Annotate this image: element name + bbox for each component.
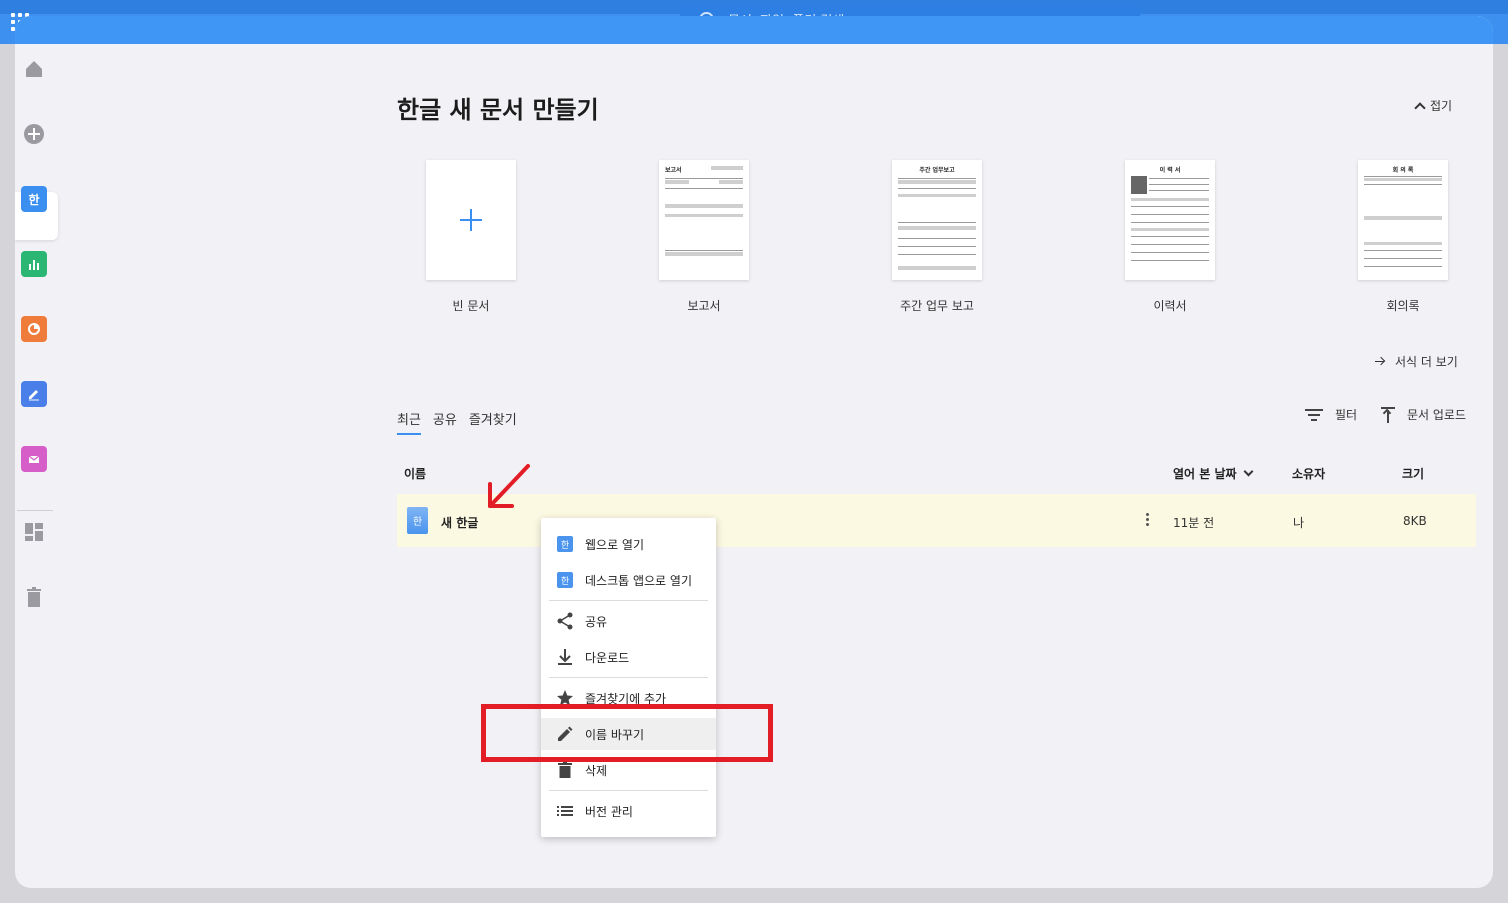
template-blank[interactable]: 빈 문서	[426, 160, 518, 313]
template-thumbnail: 보고서	[659, 160, 749, 280]
template-thumbnail: 이 력 서	[1125, 160, 1215, 280]
hangul-app-tile: 한	[21, 186, 47, 212]
template-label: 회의록	[1386, 299, 1420, 313]
more-vert-icon[interactable]	[1146, 513, 1150, 527]
slide-app-icon[interactable]	[21, 316, 47, 342]
menu-item-version-history[interactable]: 버전 관리	[541, 795, 716, 827]
template-weekly-report[interactable]: 주간 업무보고 주간 업무 보고	[892, 160, 984, 313]
edit-app-icon[interactable]	[21, 381, 47, 407]
hangul-file-icon: 한	[407, 507, 428, 534]
annotation-highlight-box	[481, 704, 773, 762]
tab-recent[interactable]: 최근	[397, 409, 421, 435]
annotation-arrow-icon	[488, 464, 530, 508]
file-size: 8KB	[1403, 514, 1427, 528]
column-header-name[interactable]: 이름	[404, 465, 426, 482]
template-minutes[interactable]: 회 의 록 회의록	[1358, 160, 1450, 313]
context-menu: 한 웹으로 열기 한 데스크톱 앱으로 열기 공유 다운로드 즐겨찾기에 추가 …	[541, 518, 716, 837]
sidebar-divider	[17, 510, 53, 511]
plus-icon	[460, 209, 482, 231]
template-doc-header: 회 의 록	[1392, 167, 1414, 174]
filter-label: 필터	[1335, 408, 1358, 422]
template-thumbnail	[426, 160, 516, 280]
more-templates-link[interactable]: 서식 더 보기	[1375, 353, 1458, 370]
collapse-label: 접기	[1430, 99, 1453, 113]
template-thumbnail: 주간 업무보고	[892, 160, 982, 280]
add-icon[interactable]	[21, 121, 47, 147]
menu-divider	[549, 677, 708, 678]
template-resume[interactable]: 이 력 서 이력서	[1125, 160, 1217, 313]
file-owner: 나	[1293, 516, 1305, 530]
column-header-opened-label: 열어 본 날짜	[1173, 467, 1237, 481]
page-title: 한글 새 문서 만들기	[397, 96, 599, 124]
more-templates-label: 서식 더 보기	[1395, 355, 1458, 369]
menu-item-open-desktop[interactable]: 한 데스크톱 앱으로 열기	[541, 564, 716, 596]
tab-favorites[interactable]: 즐겨찾기	[469, 409, 517, 435]
file-opened: 11분 전	[1173, 516, 1215, 530]
arrow-right-icon	[1375, 357, 1385, 367]
template-label: 주간 업무 보고	[900, 299, 974, 313]
menu-divider	[549, 600, 708, 601]
menu-item-open-web[interactable]: 한 웹으로 열기	[541, 528, 716, 560]
menu-item-label: 버전 관리	[585, 804, 633, 819]
file-tabs: 최근 공유 즐겨찾기	[397, 409, 517, 435]
sheet-app-icon[interactable]	[21, 251, 47, 277]
menu-item-share[interactable]: 공유	[541, 605, 716, 637]
column-header-opened[interactable]: 열어 본 날짜	[1173, 465, 1254, 482]
filter-icon	[1305, 408, 1323, 421]
menu-divider	[549, 790, 708, 791]
download-icon	[556, 648, 574, 666]
list-icon	[556, 802, 574, 820]
column-header-size[interactable]: 크기	[1402, 465, 1424, 482]
trash-icon	[556, 761, 574, 779]
hangul-tile-icon: 한	[556, 571, 574, 589]
share-icon	[556, 612, 574, 630]
upload-button[interactable]: 문서 업로드	[1381, 406, 1466, 423]
upload-label: 문서 업로드	[1407, 408, 1467, 422]
template-doc-header: 보고서	[665, 167, 682, 174]
mail-app-icon[interactable]	[21, 446, 47, 472]
menu-item-label: 데스크톱 앱으로 열기	[585, 573, 692, 588]
chevron-down-icon	[1243, 466, 1254, 477]
home-icon[interactable]	[21, 56, 47, 82]
collapse-button[interactable]: 접기	[1414, 97, 1453, 114]
template-label: 이력서	[1153, 299, 1187, 313]
tab-shared[interactable]: 공유	[433, 409, 457, 435]
trash-icon[interactable]	[21, 584, 47, 610]
menu-item-label: 다운로드	[585, 650, 630, 665]
template-label: 빈 문서	[452, 299, 490, 313]
hangul-tile-icon: 한	[556, 535, 574, 553]
file-name[interactable]: 새 한글	[441, 514, 478, 531]
template-doc-header: 주간 업무보고	[919, 167, 955, 174]
filter-button[interactable]: 필터	[1305, 406, 1357, 423]
menu-item-download[interactable]: 다운로드	[541, 641, 716, 673]
template-doc-header: 이 력 서	[1159, 167, 1181, 174]
menu-item-label: 공유	[585, 614, 608, 629]
dashboard-icon[interactable]	[21, 519, 47, 545]
upload-icon	[1381, 406, 1395, 423]
column-header-owner[interactable]: 소유자	[1292, 465, 1325, 482]
template-thumbnail: 회 의 록	[1358, 160, 1448, 280]
menu-item-label: 웹으로 열기	[585, 537, 645, 552]
template-report[interactable]: 보고서 보고서	[659, 160, 751, 313]
chevron-up-icon	[1414, 101, 1426, 114]
card-header-band	[15, 16, 1493, 44]
menu-item-label: 삭제	[585, 763, 608, 778]
template-label: 보고서	[687, 299, 721, 313]
hangul-app-icon[interactable]: 한	[21, 186, 47, 212]
